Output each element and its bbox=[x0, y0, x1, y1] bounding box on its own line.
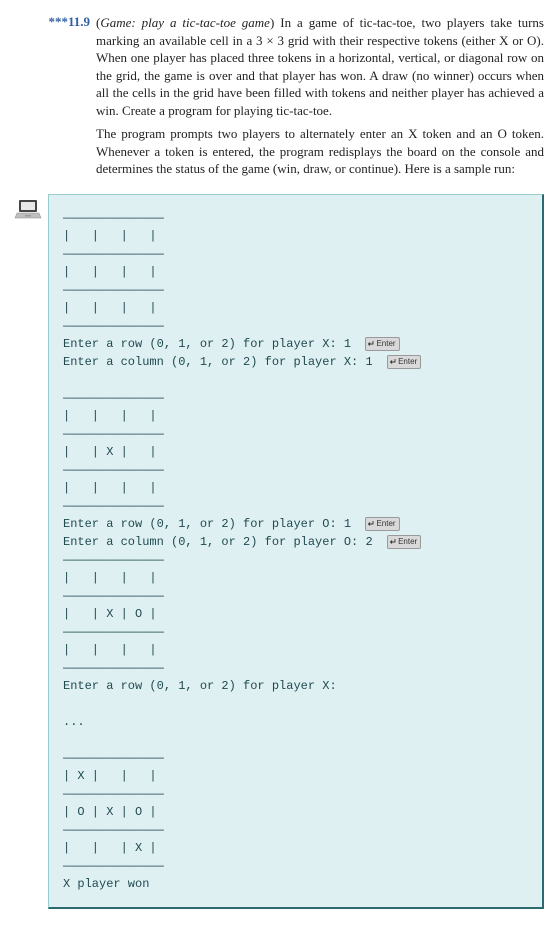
grid-sep: —————————————— bbox=[63, 463, 164, 477]
exercise-number-col: ***11.9 bbox=[10, 14, 96, 30]
exercise-block: ***11.9 (Game: play a tic-tac-toe game) … bbox=[10, 14, 544, 184]
sample-run-wrapper: —————————————— | | | | —————————————— | … bbox=[48, 194, 544, 909]
exercise-body: (Game: play a tic-tac-toe game) In a gam… bbox=[96, 14, 544, 184]
prompt-row-o: Enter a row (0, 1, or 2) for player O: bbox=[63, 517, 344, 531]
enter-key-icon: Enter bbox=[365, 517, 399, 531]
grid-sep: —————————————— bbox=[63, 661, 164, 675]
input-row-o: 1 bbox=[344, 517, 351, 531]
grid-row: | | | X | bbox=[63, 841, 157, 855]
input-col-x: 1 bbox=[365, 355, 372, 369]
grid-row: | | | | bbox=[63, 265, 157, 279]
grid-sep: —————————————— bbox=[63, 211, 164, 225]
grid-sep: —————————————— bbox=[63, 319, 164, 333]
grid-row: | | | | bbox=[63, 229, 157, 243]
laptop-icon bbox=[14, 198, 42, 222]
times-symbol: × bbox=[266, 33, 273, 48]
grid-row: | | | | bbox=[63, 301, 157, 315]
grid-sep: —————————————— bbox=[63, 427, 164, 441]
grid-sep: —————————————— bbox=[63, 625, 164, 639]
grid-sep: —————————————— bbox=[63, 823, 164, 837]
grid-sep: —————————————— bbox=[63, 247, 164, 261]
grid-row: | | | | bbox=[63, 571, 157, 585]
grid-sep: —————————————— bbox=[63, 499, 164, 513]
result-line: X player won bbox=[63, 877, 149, 891]
grid-row: | O | X | O | bbox=[63, 805, 157, 819]
exercise-title: Game: play a tic-tac-toe game bbox=[100, 15, 270, 30]
enter-key-icon: Enter bbox=[365, 337, 399, 351]
grid-sep: —————————————— bbox=[63, 589, 164, 603]
enter-label: Enter bbox=[398, 357, 417, 366]
grid-sep: —————————————— bbox=[63, 283, 164, 297]
grid-row: | | X | O | bbox=[63, 607, 157, 621]
prompt-col-x: Enter a column (0, 1, or 2) for player X… bbox=[63, 355, 365, 369]
grid-sep: —————————————— bbox=[63, 787, 164, 801]
grid-row: | | | | bbox=[63, 643, 157, 657]
exercise-para-2: The program prompts two players to alter… bbox=[96, 125, 544, 178]
grid-row: | | | | bbox=[63, 481, 157, 495]
enter-key-icon: Enter bbox=[387, 535, 421, 549]
exercise-number: 11.9 bbox=[68, 14, 90, 29]
enter-label: Enter bbox=[398, 537, 417, 546]
prompt-row-x: Enter a row (0, 1, or 2) for player X: bbox=[63, 337, 344, 351]
grid-row: | | | | bbox=[63, 409, 157, 423]
exercise-para-1: (Game: play a tic-tac-toe game) In a gam… bbox=[96, 14, 544, 119]
input-row-x: 1 bbox=[344, 337, 351, 351]
grid-row: | | X | | bbox=[63, 445, 157, 459]
input-col-o: 2 bbox=[365, 535, 372, 549]
grid-sep: —————————————— bbox=[63, 859, 164, 873]
prompt-row-x-2: Enter a row (0, 1, or 2) for player X: bbox=[63, 679, 337, 693]
sample-run-box: —————————————— | | | | —————————————— | … bbox=[48, 194, 544, 909]
grid-row: | X | | | bbox=[63, 769, 157, 783]
grid-sep: —————————————— bbox=[63, 751, 164, 765]
ellipsis: ... bbox=[63, 715, 85, 729]
grid-sep: —————————————— bbox=[63, 553, 164, 567]
enter-key-icon: Enter bbox=[387, 355, 421, 369]
enter-label: Enter bbox=[376, 519, 395, 528]
prompt-col-o: Enter a column (0, 1, or 2) for player O… bbox=[63, 535, 365, 549]
enter-label: Enter bbox=[376, 339, 395, 348]
grid-sep: —————————————— bbox=[63, 391, 164, 405]
exercise-prefix: *** bbox=[48, 14, 68, 29]
